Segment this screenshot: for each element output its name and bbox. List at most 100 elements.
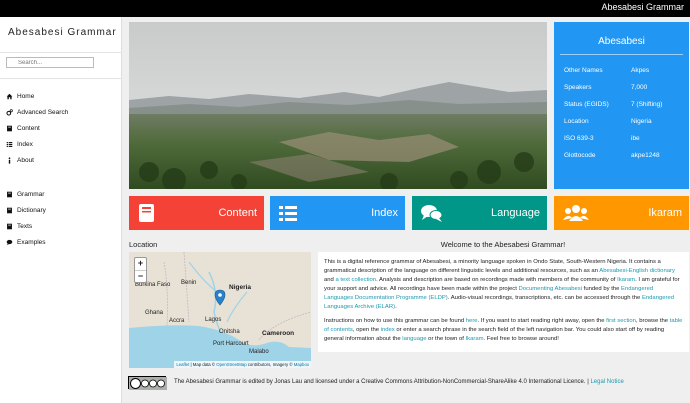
info-key: Status (EGIDS) <box>564 101 609 108</box>
list-icon <box>6 141 13 147</box>
map-label: Ghana <box>145 310 164 316</box>
welcome-text: , browse the <box>635 318 670 325</box>
nav-item-grammar[interactable]: Grammar <box>0 186 122 202</box>
info-row: ISO 639-3 ibe <box>564 130 662 147</box>
instructions-link[interactable]: here <box>466 318 478 324</box>
language-link[interactable]: language <box>402 336 426 342</box>
info-row: Other Names Akpes <box>564 62 662 79</box>
tile-content[interactable]: Content <box>129 196 264 230</box>
sidebar: Abesabesi Grammar Home Advanced Search C… <box>0 17 122 403</box>
tile-label: Index <box>371 207 398 219</box>
info-key: ISO 639-3 <box>564 135 594 142</box>
nav-item-examples[interactable]: Examples <box>0 234 122 250</box>
tile-ikaram[interactable]: Ikaram <box>554 196 689 230</box>
license-text: The Abesabesi Grammar is edited by Jonas… <box>174 379 591 385</box>
welcome-panel: This is a digital reference grammar of A… <box>318 252 689 352</box>
nav-item-content[interactable]: Content <box>0 120 122 136</box>
map-label: Accra <box>169 318 185 324</box>
ikaram-link[interactable]: Ikaram <box>617 277 635 283</box>
cc-license-icon <box>129 377 167 390</box>
welcome-text: and <box>324 276 336 283</box>
book-icon <box>7 125 12 131</box>
nav-item-texts[interactable]: Texts <box>0 218 122 234</box>
info-row: Glottocode akpe1248 <box>564 147 662 164</box>
mapbox-link[interactable]: Mapbox <box>294 362 309 367</box>
welcome-text: Instructions on how to use this grammar … <box>324 318 466 325</box>
info-value: Akpes <box>631 67 650 74</box>
home-icon <box>6 93 13 99</box>
leaflet-link[interactable]: Leaflet <box>176 362 189 367</box>
index-link[interactable]: index <box>381 327 395 333</box>
nav-item-advanced-search[interactable]: Advanced Search <box>0 104 122 120</box>
tile-index[interactable]: Index <box>270 196 405 230</box>
nav-item-label: Grammar <box>17 190 45 198</box>
attribution-text: contributors, Imagery © <box>246 362 294 367</box>
legal-notice-link[interactable]: Legal Notice <box>590 379 623 385</box>
tile-label: Ikaram <box>648 207 682 219</box>
map-attribution: Leaflet | Map data © OpenStreetMap contr… <box>174 361 311 368</box>
welcome-text: . Analysis and description are based on … <box>376 276 618 283</box>
nav-item-label: Examples <box>17 238 46 246</box>
info-key: Glottocode <box>564 152 596 159</box>
secondary-nav: Grammar Dictionary Texts Examples <box>0 186 122 250</box>
map-label: Cameroon <box>262 330 295 337</box>
info-value: 7 (Shifting) <box>631 101 663 108</box>
nav-item-dictionary[interactable]: Dictionary <box>0 202 122 218</box>
tile-language[interactable]: Language <box>412 196 547 230</box>
welcome-text: . <box>395 303 397 310</box>
cc-license-badge[interactable] <box>128 376 167 390</box>
location-map[interactable]: Burkina Faso Benin Nigeria Ghana Accra L… <box>129 252 311 368</box>
tile-label: Content <box>218 207 257 219</box>
zoom-in-button[interactable]: + <box>135 258 146 270</box>
info-row: Status (EGIDS) 7 (Shifting) <box>564 96 662 113</box>
info-value: ibe <box>631 135 640 142</box>
welcome-text: . Feel free to browse around! <box>483 336 559 343</box>
comment-icon <box>6 239 13 245</box>
info-value: 7,000 <box>631 84 648 91</box>
nav-item-label: Content <box>17 124 40 132</box>
map-label: Port Harcourt <box>213 341 249 347</box>
book-icon <box>7 191 12 197</box>
map-label: Benin <box>181 280 197 286</box>
language-info-box: Abesabesi Other Names Akpes Speakers 7,000… <box>554 22 689 189</box>
ikaram-town-link[interactable]: Ikaram <box>466 336 484 342</box>
info-key: Other Names <box>564 67 603 74</box>
nav-item-about[interactable]: About <box>0 152 122 168</box>
nav-item-index[interactable]: Index <box>0 136 122 152</box>
info-title: Abesabesi <box>598 36 645 47</box>
info-icon <box>8 156 11 164</box>
search-input[interactable] <box>6 57 94 68</box>
info-value: akpe1248 <box>631 152 660 159</box>
welcome-paragraph: This is a digital reference grammar of A… <box>324 258 683 311</box>
welcome-text: funded by the <box>582 285 622 292</box>
map-label: Malabo <box>249 349 269 355</box>
map-zoom-control: + − <box>134 257 147 283</box>
hero-landscape-image <box>129 22 547 189</box>
nav-item-home[interactable]: Home <box>0 88 122 104</box>
comments-icon <box>421 205 443 222</box>
welcome-title: Welcome to the Abesabesi Grammar! <box>440 240 566 249</box>
osm-link[interactable]: OpenStreetMap <box>216 362 246 367</box>
first-section-link[interactable]: first section <box>606 318 636 324</box>
users-icon <box>563 205 589 221</box>
divider <box>0 78 122 79</box>
footer-text: The Abesabesi Grammar is edited by Jonas… <box>174 379 624 385</box>
site-title[interactable]: Abesabesi Grammar <box>8 27 117 38</box>
nav-item-label: Index <box>17 140 33 148</box>
welcome-paragraph: Instructions on how to use this grammar … <box>324 317 683 344</box>
map-label: Lagos <box>205 317 222 323</box>
book-icon <box>139 204 154 222</box>
nav-item-label: Home <box>17 92 35 100</box>
project-link[interactable]: Documenting Abesabesi <box>519 286 583 292</box>
welcome-text: . If you want to start reading right awa… <box>477 318 607 325</box>
footer: The Abesabesi Grammar is edited by Jonas… <box>128 376 688 390</box>
gears-icon <box>6 108 13 116</box>
nav-item-label: Texts <box>17 222 33 230</box>
book-icon <box>7 223 12 229</box>
text-collection-link[interactable]: a text collection <box>335 277 376 283</box>
welcome-text: , open the <box>352 327 381 334</box>
dictionary-link[interactable]: Abesabesi-English dictionary <box>599 268 675 274</box>
zoom-out-button[interactable]: − <box>135 270 146 282</box>
info-table: Other Names Akpes Speakers 7,000 Status (E… <box>564 62 662 164</box>
top-bar-brand[interactable]: Abesabesi Grammar <box>601 2 684 12</box>
